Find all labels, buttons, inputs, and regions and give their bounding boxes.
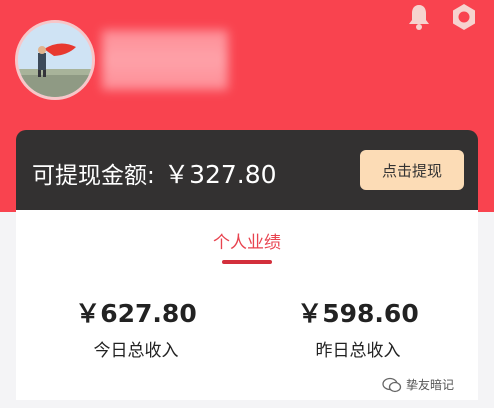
profile-header: 可提现金额: ￥327.80 点击提现 [0, 0, 494, 212]
yesterday-income-stat: ￥598.60 昨日总收入 [258, 298, 458, 361]
today-income-stat: ￥627.80 今日总收入 [36, 298, 236, 361]
wechat-watermark: 挚友暗记 [382, 376, 454, 393]
balance-line: 可提现金额: ￥327.80 [32, 155, 277, 191]
blurred-username [102, 30, 228, 90]
today-income-value: ￥627.80 [75, 299, 197, 328]
tab-personal-performance[interactable]: 个人业绩 [16, 228, 478, 253]
gear-icon[interactable] [447, 0, 481, 34]
balance-label: 可提现金额: [32, 163, 155, 189]
yesterday-income-value: ￥598.60 [297, 299, 419, 328]
yesterday-income-label: 昨日总收入 [315, 341, 401, 361]
avatar[interactable] [15, 20, 95, 100]
performance-card: 个人业绩 ￥627.80 今日总收入 ￥598.60 昨日总收入 [16, 210, 478, 400]
today-income-label: 今日总收入 [93, 341, 179, 361]
watermark-text: 挚友暗记 [406, 378, 455, 392]
wechat-icon [382, 377, 402, 392]
balance-amount: ￥327.80 [164, 160, 277, 189]
withdraw-button[interactable]: 点击提现 [360, 150, 464, 190]
tab-active-indicator [222, 260, 272, 264]
bell-icon[interactable] [402, 0, 436, 34]
withdrawable-balance-bar: 可提现金额: ￥327.80 点击提现 [16, 130, 478, 210]
